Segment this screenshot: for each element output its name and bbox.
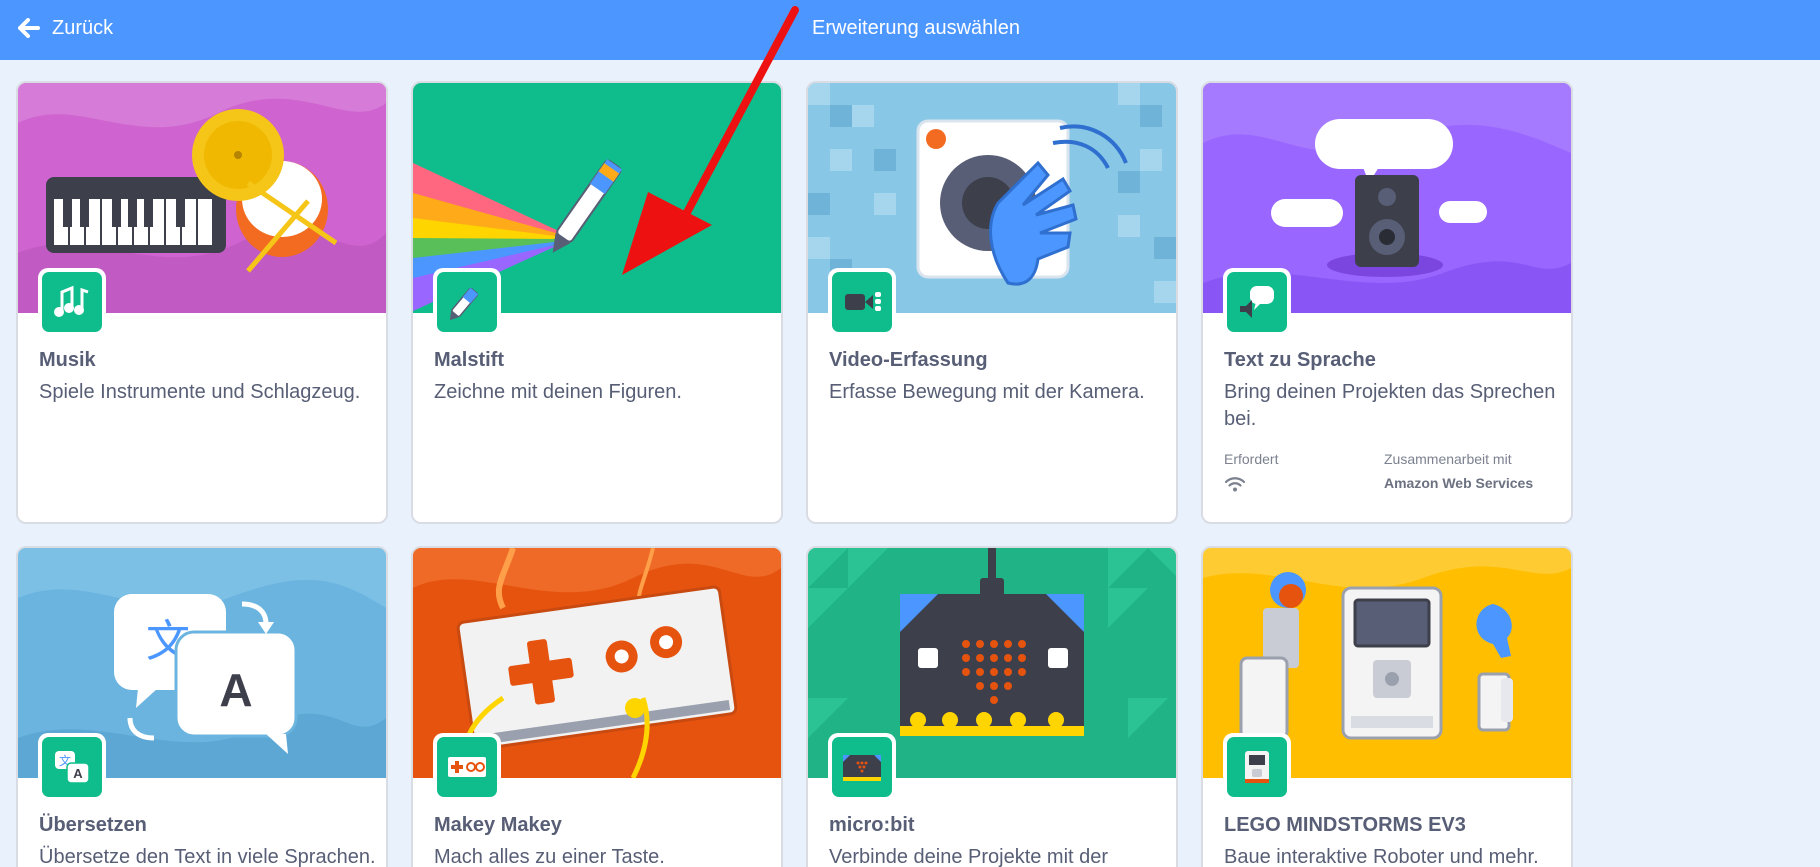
extension-card-ev3[interactable]: LEGO MINDSTORMS EV3 Baue interaktive Rob… — [1201, 546, 1573, 867]
svg-text:A: A — [73, 766, 83, 781]
video-erfassung-badge — [828, 268, 896, 336]
makey-makey-badge — [433, 733, 501, 801]
extension-name: Musik — [39, 349, 96, 371]
microbit-icon — [843, 755, 881, 781]
extension-name: Video-Erfassung — [829, 349, 988, 371]
extension-card-musik[interactable]: Musik Spiele Instrumente und Schlagzeug. — [16, 81, 388, 524]
extension-description: Zeichne mit deinen Figuren. — [434, 381, 682, 403]
translate-icon: 文 A — [55, 751, 90, 784]
extension-name: LEGO MINDSTORMS EV3 — [1224, 814, 1466, 836]
collaboration-label: Zusammenarbeit mit — [1384, 451, 1512, 467]
uebersetzen-badge: 文 A — [38, 733, 106, 801]
speech-bubble-icon — [1240, 286, 1274, 318]
extension-description: Mach alles zu einer Taste. — [434, 846, 665, 867]
musik-badge — [38, 268, 106, 336]
makey-makey-icon — [448, 757, 486, 777]
top-bar: Zurück Erweiterung auswählen — [0, 0, 1820, 60]
video-sensing-icon — [845, 292, 881, 311]
music-notes-icon — [54, 285, 89, 317]
extension-description: Bring deinen Projekten das Sprechen bei. — [1224, 381, 1556, 430]
extension-description: Übersetze den Text in viele Sprachen. — [39, 846, 376, 867]
extension-description: Verbinde deine Projekte mit der — [829, 846, 1109, 867]
extension-card-text-zu-sprache[interactable]: Text zu Sprache Bring deinen Projekten d… — [1201, 81, 1573, 524]
extension-description: Erfasse Bewegung mit der Kamera. — [829, 381, 1145, 403]
extension-card-microbit[interactable]: micro:bit Verbinde deine Projekte mit de… — [806, 546, 1178, 867]
extension-description: Spiele Instrumente und Schlagzeug. — [39, 381, 361, 403]
extension-card-makey-makey[interactable]: Makey Makey Mach alles zu einer Taste. — [411, 546, 783, 867]
extension-card-uebersetzen[interactable]: 文 A 文 A Übersetzen Übersetze den Text in… — [16, 546, 388, 867]
collaboration-partner: Amazon Web Services — [1384, 475, 1534, 491]
ev3-icon — [1245, 751, 1269, 783]
wifi-icon — [1224, 477, 1246, 492]
extension-name: micro:bit — [829, 814, 915, 836]
text-zu-sprache-badge — [1223, 268, 1291, 336]
extension-card-video-erfassung[interactable]: Video-Erfassung Erfasse Bewegung mit der… — [806, 81, 1178, 524]
extension-name: Text zu Sprache — [1224, 349, 1376, 371]
pen-icon — [449, 287, 479, 321]
annotation-arrow — [622, 6, 799, 275]
page-title: Erweiterung auswählen — [812, 17, 1020, 39]
extension-name: Makey Makey — [434, 814, 562, 836]
requires-label: Erfordert — [1224, 451, 1279, 467]
extension-name: Übersetzen — [39, 814, 147, 836]
microbit-badge — [828, 733, 896, 801]
extension-name: Malstift — [434, 349, 504, 371]
ev3-badge — [1223, 733, 1291, 801]
extension-description: Baue interaktive Roboter und mehr. — [1224, 846, 1539, 867]
malstift-badge — [433, 268, 501, 336]
svg-text:A: A — [219, 664, 252, 716]
